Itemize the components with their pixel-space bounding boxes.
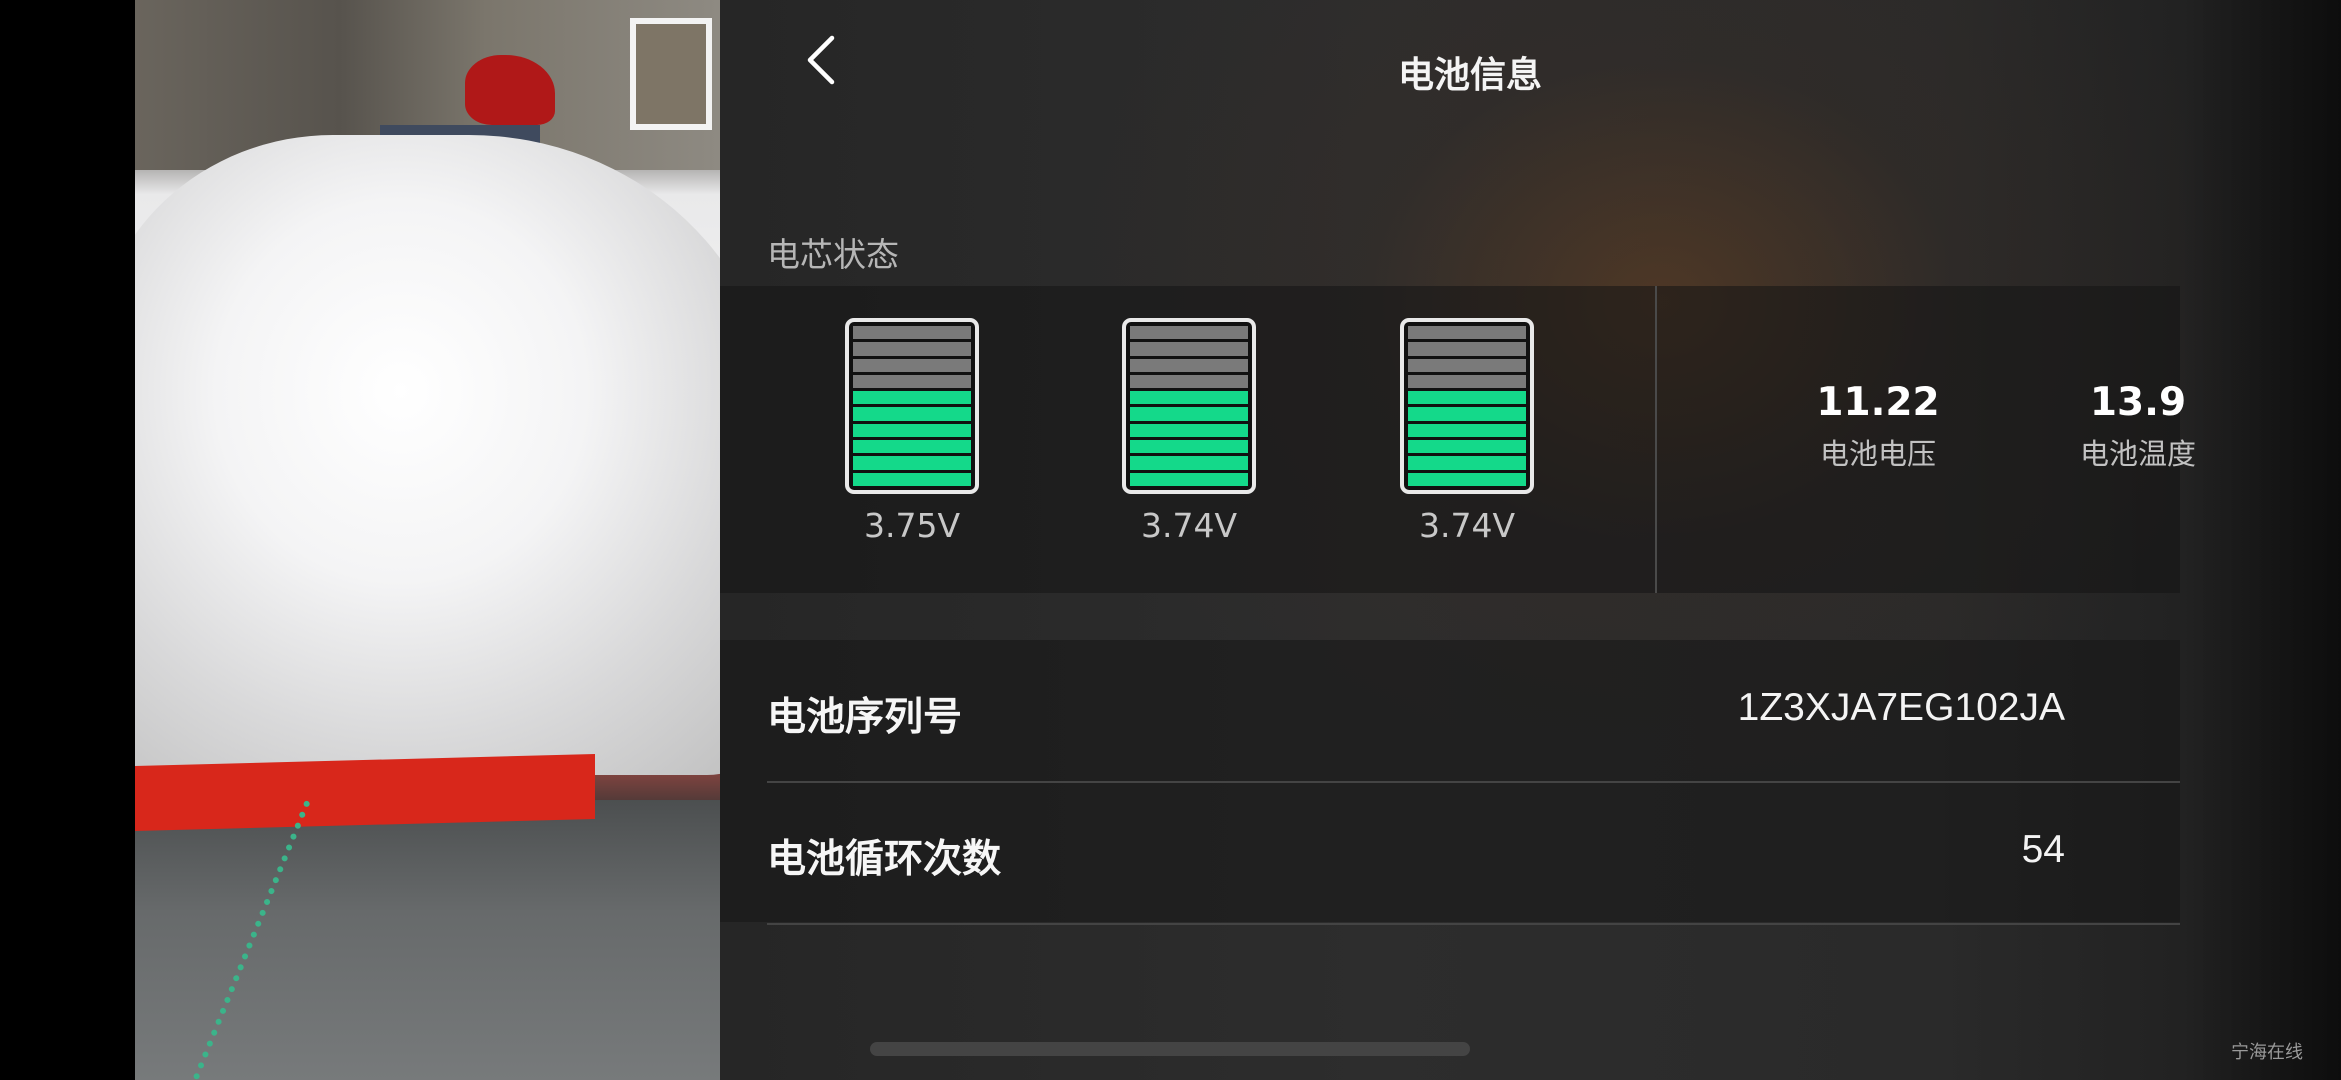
- cell-segment: [1408, 374, 1526, 389]
- cell-segment: [853, 326, 971, 340]
- cell-segment: [1130, 456, 1248, 470]
- cell-voltage-3: 3.74V: [1418, 506, 1516, 545]
- battery-voltage-label: 电池电压: [1819, 437, 1936, 471]
- battery-temperature-value: 13.9: [2089, 380, 2187, 425]
- page-title: 电池信息: [1397, 55, 1542, 96]
- battery-temperature-label: 电池温度: [2079, 437, 2196, 471]
- cell-segment: [1130, 391, 1248, 405]
- cell-segment: [853, 472, 971, 486]
- cell-segment: [1130, 472, 1248, 486]
- cell-voltage-1: 3.75V: [863, 506, 961, 545]
- cell-segment: [1408, 358, 1526, 372]
- cell-segment: [853, 358, 971, 372]
- cell-voltage-2: 3.74V: [1140, 506, 1238, 545]
- cell-segment: [1130, 326, 1248, 340]
- cycle-count-value: 54: [2021, 828, 2065, 871]
- camera-preview: [135, 0, 720, 1080]
- divider: [1655, 286, 1657, 593]
- cell-segment: [853, 374, 971, 389]
- cycle-count-label: 电池循环次数: [767, 837, 1002, 882]
- cell-segment: [853, 440, 971, 454]
- battery-cell-3: [1400, 318, 1534, 494]
- cell-segment: [1130, 342, 1248, 356]
- serial-number-row: 电池序列号 1Z3XJA7EG102JA: [767, 640, 2180, 783]
- home-indicator[interactable]: [870, 1042, 1470, 1056]
- battery-temperature-stat: 13.9 电池温度: [2048, 380, 2228, 473]
- cell-status-label: 电芯状态: [767, 235, 899, 274]
- serial-number-label: 电池序列号: [767, 695, 963, 740]
- cell-segment: [1130, 374, 1248, 389]
- screen: 电池信息 电芯状态 3.75V 3.74V 3.74V 11.22 电池电压 1…: [0, 0, 2341, 1080]
- cell-segment: [853, 407, 971, 421]
- battery-voltage-value: 11.22: [1816, 380, 1940, 425]
- cell-segment: [1408, 423, 1526, 438]
- serial-number-value: 1Z3XJA7EG102JA: [1737, 686, 2065, 729]
- battery-info-panel: 电池信息 电芯状态 3.75V 3.74V 3.74V 11.22 电池电压 1…: [720, 0, 2341, 1080]
- battery-voltage-stat: 11.22 电池电压: [1788, 380, 1968, 473]
- battery-cell-1: [845, 318, 979, 494]
- cell-segment: [1408, 456, 1526, 470]
- battery-cell-2: [1122, 318, 1256, 494]
- cell-segment: [1408, 342, 1526, 356]
- cell-segment: [1130, 358, 1248, 372]
- cell-segment: [853, 342, 971, 356]
- cell-segment: [1408, 391, 1526, 405]
- cell-segment: [1408, 326, 1526, 340]
- cell-segment: [1408, 440, 1526, 454]
- cycle-count-row: 电池循环次数 54: [767, 782, 2180, 925]
- cell-segment: [853, 456, 971, 470]
- cell-segment: [853, 391, 971, 405]
- cell-segment: [1130, 440, 1248, 454]
- cell-segment: [1408, 407, 1526, 421]
- cell-segment: [1130, 407, 1248, 421]
- cell-segment: [1130, 423, 1248, 438]
- cell-segment: [1408, 472, 1526, 486]
- watermark: 宁海在线: [2231, 1042, 2303, 1063]
- cell-segment: [853, 423, 971, 438]
